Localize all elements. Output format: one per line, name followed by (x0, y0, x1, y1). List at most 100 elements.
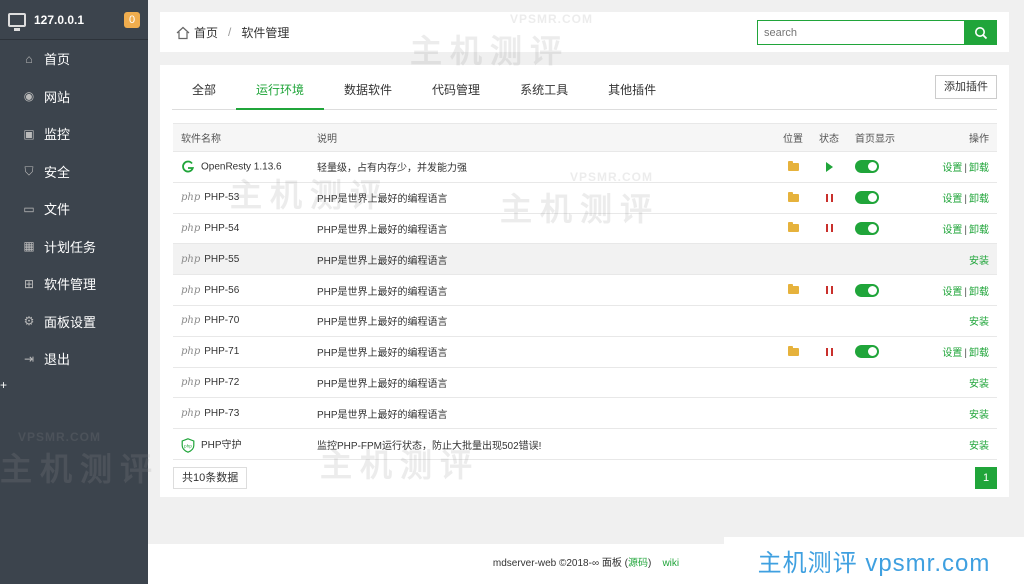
software-description: PHP是世界上最好的编程语言 (309, 305, 775, 337)
software-name-cell: php PHP-73 (173, 397, 309, 430)
computer-icon (8, 12, 26, 31)
software-name: PHP-54 (204, 222, 240, 234)
op-link[interactable]: 安装 (969, 441, 989, 452)
php-guard-logo-text: php (184, 443, 192, 448)
software-name: PHP-72 (204, 376, 240, 388)
php-guard-icon: php (181, 437, 195, 453)
table-row: php PHP-70 PHP是世界上最好的编程语言 安装 (173, 305, 997, 337)
software-name: PHP-71 (204, 346, 240, 358)
op-link[interactable]: 卸载 (969, 225, 989, 236)
folder-icon[interactable] (787, 222, 799, 233)
software-name-cell: OpenResty 1.13.6 (173, 151, 309, 183)
home-display-toggle[interactable] (855, 191, 879, 205)
sidebar-item-label: 计划任务 (44, 239, 97, 255)
software-panel: 全部 运行环境 数据软件 代码管理 系统工具 其他插件 添加插件 软件名称 说明 位置 状… (160, 65, 1009, 497)
search-button[interactable] (965, 20, 997, 45)
sidebar-item[interactable]: ⊞ 软件管理 (0, 265, 148, 303)
header-operation: 操作 (927, 123, 997, 152)
home-display-toggle[interactable] (855, 221, 879, 235)
home-display-cell (847, 213, 927, 245)
operation-cell: 设置 | 卸载 (927, 213, 997, 245)
status-cell (811, 274, 847, 306)
status-cell (811, 243, 847, 276)
pause-icon[interactable] (825, 285, 833, 294)
home-display-toggle[interactable] (855, 345, 879, 359)
page-button[interactable]: 1 (975, 467, 997, 489)
op-link[interactable]: 设置 (942, 287, 962, 298)
op-link[interactable]: 设置 (942, 225, 962, 236)
location-cell (775, 213, 811, 245)
location-cell (775, 274, 811, 306)
operation-cell: 安装 (927, 243, 997, 276)
sidebar-item[interactable]: ▭ 文件 (0, 190, 148, 228)
footer-text: mdserver-web ©2018-∞ 面板 ( (492, 558, 628, 569)
op-separator: | (964, 163, 967, 175)
tab[interactable]: 全部 (172, 75, 236, 110)
calendar-icon: ▦ (23, 239, 35, 254)
folder-icon[interactable] (787, 345, 799, 356)
tab[interactable]: 系统工具 (500, 75, 588, 110)
op-link[interactable]: 卸载 (969, 194, 989, 205)
software-description: 轻量级，占有内存少，并发能力强 (309, 151, 775, 183)
sidebar-item[interactable]: ⇥ 退出 (0, 340, 148, 378)
software-name: PHP-56 (204, 284, 240, 296)
search-icon (975, 26, 988, 39)
op-link[interactable]: 安装 (969, 317, 989, 328)
tab[interactable]: 代码管理 (412, 75, 500, 110)
location-cell (775, 305, 811, 337)
table-row: php PHP-73 PHP是世界上最好的编程语言 安装 (173, 397, 997, 430)
tab[interactable]: 运行环境 (236, 75, 325, 110)
op-link[interactable]: 安装 (969, 379, 989, 390)
tab[interactable]: 数据软件 (324, 75, 412, 110)
op-link[interactable]: 卸载 (969, 287, 989, 298)
sidebar-nav: ⌂ 首页 ◉ 网站 ▣ 监控 ⛉ 安全 ▭ 文件 ▦ 计划任务 ⊞ 软件管理 ⚙ 面板设置 ⇥ 退出 (0, 40, 148, 378)
pause-icon[interactable] (825, 193, 833, 202)
home-icon[interactable] (176, 26, 190, 40)
add-icon[interactable]: + (0, 378, 148, 392)
home-display-toggle[interactable] (855, 283, 879, 297)
sidebar-item[interactable]: ⛉ 安全 (0, 153, 148, 191)
op-link[interactable]: 安装 (969, 256, 989, 267)
op-link[interactable]: 设置 (942, 348, 962, 359)
search-input[interactable] (757, 20, 965, 45)
sidebar-item[interactable]: ▦ 计划任务 (0, 228, 148, 266)
sidebar-item[interactable]: ◉ 网站 (0, 78, 148, 116)
op-link[interactable]: 卸载 (969, 348, 989, 359)
openresty-logo-icon (182, 160, 195, 173)
notification-badge[interactable]: 0 (124, 11, 140, 28)
header-status: 状态 (811, 123, 847, 152)
sidebar-item[interactable]: ⌂ 首页 (0, 40, 148, 78)
add-plugin-button[interactable]: 添加插件 (935, 75, 997, 99)
sidebar-item-label: 首页 (44, 52, 71, 68)
pause-icon[interactable] (825, 224, 833, 233)
tab[interactable]: 其他插件 (588, 75, 676, 110)
source-link[interactable]: 源码 (628, 558, 648, 569)
software-description: PHP是世界上最好的编程语言 (309, 243, 775, 276)
software-name-cell: php PHP-54 (173, 213, 309, 245)
sidebar-item[interactable]: ▣ 监控 (0, 115, 148, 153)
software-name: PHP-55 (204, 253, 240, 265)
sidebar-item-label: 软件管理 (44, 277, 97, 293)
sidebar-item[interactable]: ⚙ 面板设置 (0, 303, 148, 341)
op-link[interactable]: 安装 (969, 410, 989, 421)
php-logo-icon: php (181, 284, 201, 296)
sidebar-item-label: 监控 (44, 127, 71, 143)
breadcrumb-home[interactable]: 首页 (194, 24, 218, 41)
header-home-display: 首页显示 (847, 123, 927, 152)
folder-icon[interactable] (787, 160, 799, 171)
folder-icon[interactable] (787, 191, 799, 202)
play-icon[interactable] (825, 161, 833, 172)
php-logo-icon: php (181, 253, 201, 265)
record-count: 共10条数据 (173, 467, 248, 489)
pause-icon[interactable] (825, 347, 833, 356)
op-link[interactable]: 设置 (942, 163, 962, 174)
wiki-link[interactable]: wiki (662, 558, 679, 569)
software-name-cell: php PHP-56 (173, 274, 309, 306)
folder-icon[interactable] (787, 283, 799, 294)
location-cell (775, 367, 811, 399)
op-link[interactable]: 设置 (942, 194, 962, 205)
home-display-toggle[interactable] (855, 160, 879, 174)
operation-cell: 安装 (927, 305, 997, 337)
op-link[interactable]: 卸载 (969, 163, 989, 174)
software-table: 软件名称 说明 位置 状态 首页显示 操作 OpenResty 1.13.6 轻量… (173, 123, 997, 460)
